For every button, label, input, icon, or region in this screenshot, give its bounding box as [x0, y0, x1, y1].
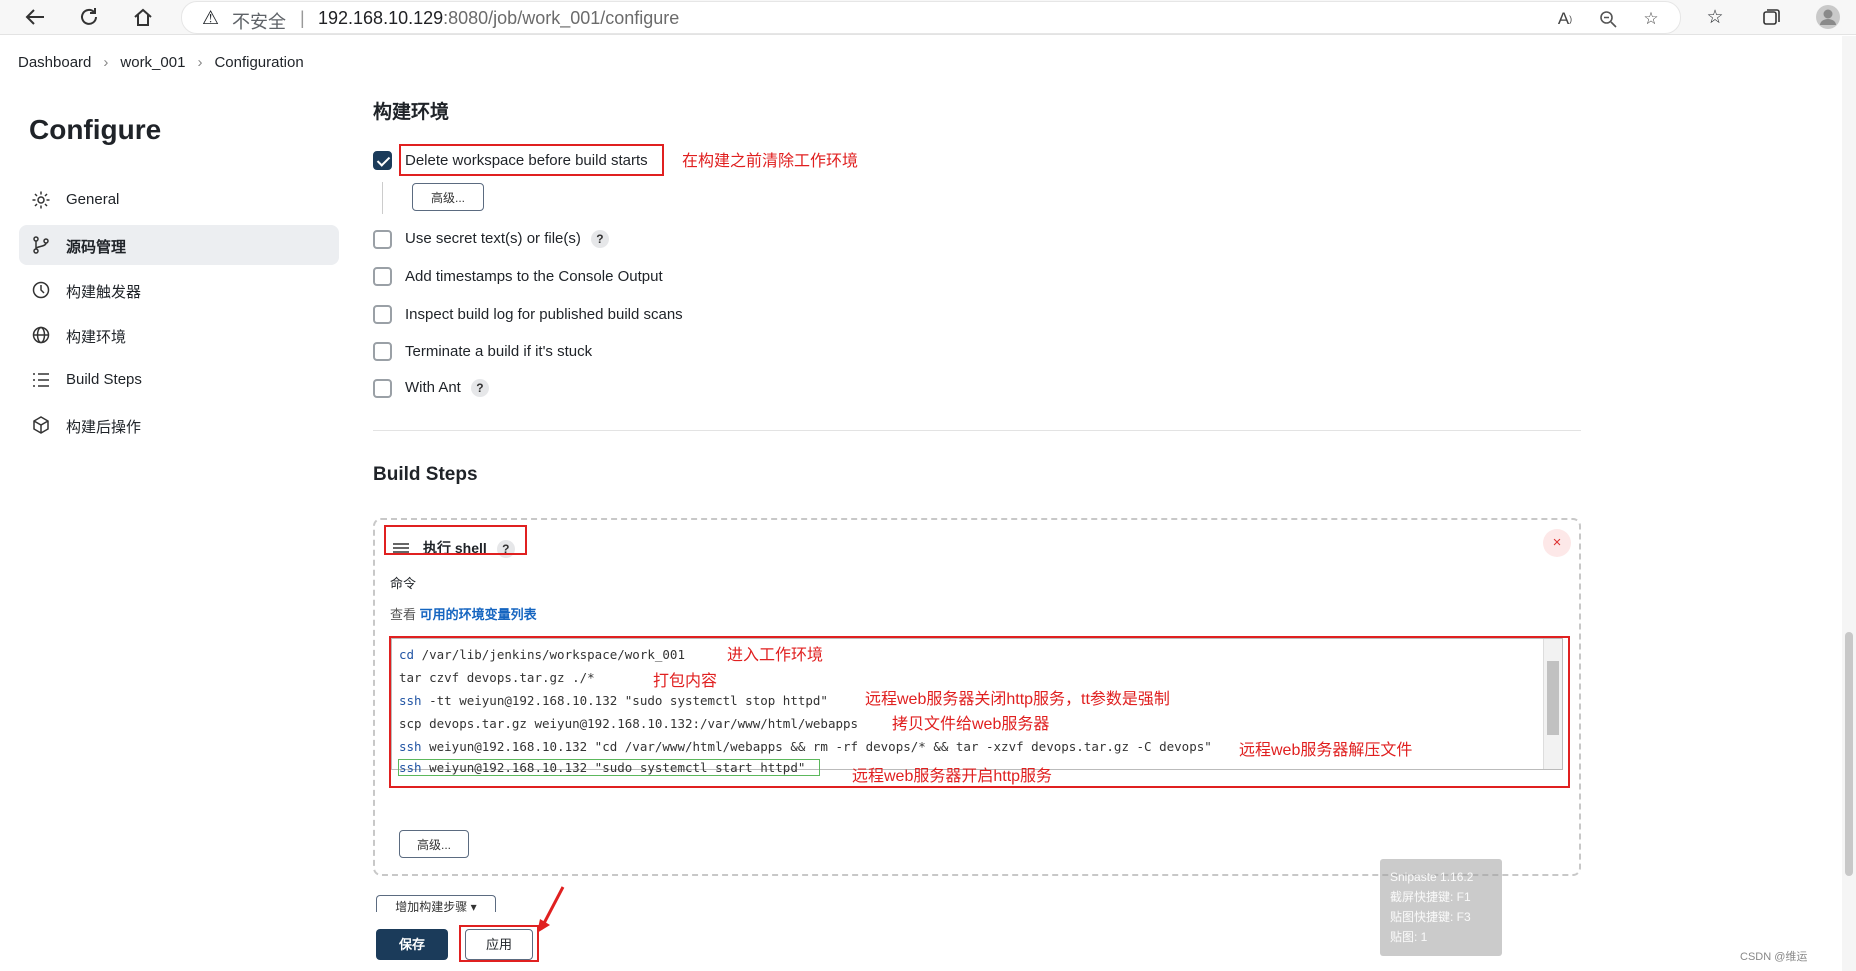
package-icon — [33, 416, 49, 434]
with-ant-label: With Ant? — [405, 379, 489, 398]
secret-text-label: Use secret text(s) or file(s)? — [405, 230, 609, 249]
terminate-stuck-label: Terminate a build if it's stuck — [405, 343, 593, 360]
chevron-right-icon: › — [197, 54, 203, 71]
back-arrow-icon[interactable] — [22, 4, 48, 30]
sidebar-item-triggers[interactable]: 构建触发器 — [19, 270, 339, 310]
warning-icon[interactable]: ⚠ — [202, 7, 219, 30]
sidebar-item-label: 构建环境 — [66, 329, 127, 346]
help-icon[interactable]: ? — [470, 379, 489, 398]
help-icon[interactable]: ? — [590, 230, 609, 249]
close-step-icon[interactable]: × — [1543, 529, 1571, 557]
env-vars-link[interactable]: 可用的环境变量列表 — [420, 607, 537, 622]
security-label: 不安全 — [232, 12, 286, 32]
snipaste-line: 截屏快捷键: F1 — [1390, 890, 1471, 904]
sidebar-item-post-build[interactable]: 构建后操作 — [19, 405, 339, 445]
page-title: Configure — [29, 114, 162, 145]
secret-text-checkbox[interactable] — [373, 230, 392, 249]
highlight-box — [459, 925, 539, 962]
annotation-line5: 远程web服务器解压文件 — [1239, 742, 1413, 759]
delete-workspace-checkbox[interactable] — [373, 151, 392, 170]
highlight-box — [399, 144, 664, 176]
terminate-stuck-checkbox[interactable] — [373, 342, 392, 361]
gear-icon — [32, 191, 50, 209]
globe-icon — [32, 326, 50, 344]
breadcrumb-dashboard[interactable]: Dashboard — [18, 54, 91, 71]
timestamps-checkbox[interactable] — [373, 267, 392, 286]
annotation-line6: 远程web服务器开启http服务 — [852, 768, 1053, 785]
nested-indent-line — [382, 182, 383, 214]
sidebar-item-build-env[interactable]: 构建环境 — [19, 315, 339, 355]
with-ant-checkbox[interactable] — [373, 379, 392, 398]
refresh-icon[interactable] — [76, 4, 102, 30]
sidebar-item-label: 构建后操作 — [66, 419, 142, 436]
inspect-log-checkbox[interactable] — [373, 305, 392, 324]
snipaste-line: 贴图: 1 — [1390, 930, 1428, 944]
url-text[interactable]: 192.168.10.129:8080/job/work_001/configu… — [318, 8, 679, 29]
command-label: 命令 — [390, 576, 417, 591]
read-aloud-icon[interactable]: A) — [1552, 6, 1578, 32]
snipaste-line: 贴图快捷键: F3 — [1390, 910, 1471, 924]
env-vars-text: 查看 可用的环境变量列表 — [390, 607, 537, 622]
inspect-log-label: Inspect build log for published build sc… — [405, 306, 683, 323]
annotation-line2: 打包内容 — [653, 673, 718, 690]
collections-icon[interactable] — [1758, 4, 1784, 30]
chevron-right-icon: › — [103, 54, 109, 71]
sidebar-item-label: 构建触发器 — [66, 284, 142, 301]
annotation-delete-workspace: 在构建之前清除工作环境 — [682, 153, 859, 170]
annotation-line1: 进入工作环境 — [727, 647, 824, 664]
build-steps-heading: Build Steps — [373, 464, 478, 485]
save-button[interactable]: 保存 — [376, 929, 448, 960]
snipaste-line: Snipaste 1.16.2 — [1390, 870, 1474, 884]
annotation-line3: 远程web服务器关闭http服务，tt参数是强制 — [865, 691, 1170, 708]
snipaste-tooltip: Snipaste 1.16.2 截屏快捷键: F1 贴图快捷键: F3 贴图: … — [1380, 859, 1502, 956]
branch-icon — [33, 236, 49, 254]
sidebar-item-label: Build Steps — [66, 371, 142, 388]
annotation-line4: 拷贝文件给web服务器 — [892, 716, 1050, 733]
address-separator: | — [300, 8, 305, 28]
clock-icon — [32, 281, 50, 299]
section-divider — [373, 430, 1581, 431]
sidebar-item-source[interactable]: 源码管理 — [19, 225, 339, 265]
sidebar-item-label: General — [66, 191, 120, 208]
arrow-annotation-icon — [537, 886, 565, 933]
browser-toolbar: ⚠ 不安全 | 192.168.10.129:8080/job/work_001… — [0, 0, 1856, 35]
zoom-icon[interactable] — [1595, 6, 1621, 32]
home-icon[interactable] — [130, 4, 156, 30]
breadcrumb: Dashboard › work_001 › Configuration — [18, 54, 304, 71]
breadcrumb-configuration[interactable]: Configuration — [214, 54, 303, 71]
add-favorite-icon[interactable]: ☆ — [1638, 6, 1664, 32]
highlight-box — [384, 525, 527, 555]
profile-avatar[interactable] — [1815, 4, 1841, 30]
favorites-icon[interactable]: ☆ — [1702, 4, 1728, 30]
sidebar-item-label: 源码管理 — [66, 239, 127, 256]
shell-advanced-button[interactable]: 高级... — [399, 830, 469, 858]
page-scrollbar-thumb[interactable] — [1845, 632, 1853, 876]
watermark: CSDN @维运 — [1740, 951, 1808, 963]
address-bar[interactable]: ⚠ 不安全 | 192.168.10.129:8080/job/work_001… — [181, 1, 1681, 34]
sidebar-item-general[interactable]: General — [19, 180, 339, 220]
timestamps-label: Add timestamps to the Console Output — [405, 268, 663, 285]
page-scrollbar[interactable] — [1842, 36, 1856, 971]
breadcrumb-job[interactable]: work_001 — [120, 54, 185, 71]
build-env-heading: 构建环境 — [373, 102, 450, 123]
list-icon — [33, 373, 49, 387]
sidebar-item-build-steps[interactable]: Build Steps — [19, 360, 339, 400]
build-env-advanced-button[interactable]: 高级... — [412, 183, 484, 211]
